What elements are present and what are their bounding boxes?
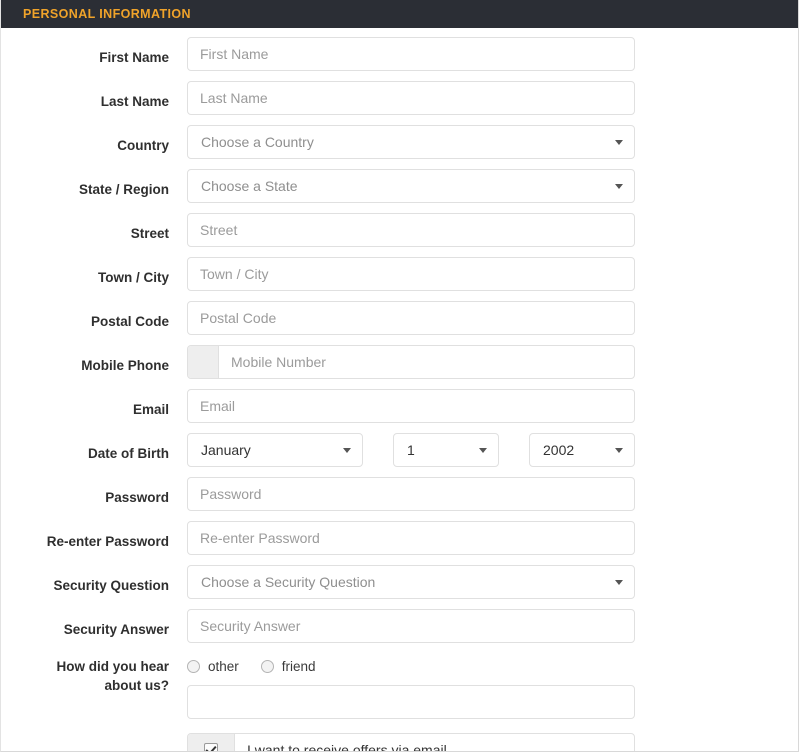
referral-other-input[interactable] (187, 685, 635, 719)
panel-header: PERSONAL INFORMATION (1, 0, 798, 28)
state-select-value: Choose a State (201, 178, 298, 194)
form-row-street: Street (1, 213, 798, 247)
security-question-select[interactable]: Choose a Security Question (187, 565, 635, 599)
control-email (187, 389, 798, 423)
control-date-of-birth: January 1 2002 (187, 433, 798, 467)
referral-option-other[interactable]: other (187, 659, 239, 674)
label-referral: How did you hear about us? (1, 653, 187, 695)
control-last-name (187, 81, 798, 115)
state-select[interactable]: Choose a State (187, 169, 635, 203)
dob-year-select[interactable]: 2002 (529, 433, 635, 467)
offers-checkbox-cell[interactable] (188, 734, 235, 751)
security-answer-input[interactable] (187, 609, 635, 643)
label-last-name: Last Name (100, 94, 169, 109)
dob-year-value: 2002 (543, 442, 575, 458)
city-input[interactable] (187, 257, 635, 291)
security-question-select-value: Choose a Security Question (201, 574, 376, 590)
radio-unchecked-icon[interactable] (260, 659, 274, 673)
control-referral: other friend (187, 653, 798, 719)
form-row-first-name: First Name (1, 37, 798, 71)
dob-day-value: 1 (407, 442, 415, 458)
label-date-of-birth: Date of Birth (88, 446, 169, 461)
personal-information-panel: PERSONAL INFORMATION First Name Last Nam… (0, 0, 799, 752)
label-street: Street (130, 226, 169, 241)
label-country: Country (117, 138, 169, 153)
email-input[interactable] (187, 389, 635, 423)
control-offers: I want to receive offers via email. (187, 733, 798, 752)
control-country: Choose a Country (187, 125, 798, 159)
mobile-phone-group (187, 345, 635, 379)
personal-information-form: First Name Last Name Country Choose a Co… (1, 28, 798, 752)
form-row-password-confirm: Re-enter Password (1, 521, 798, 555)
chevron-down-icon (615, 140, 623, 145)
chevron-down-icon (479, 448, 487, 453)
referral-radio-group: other friend (187, 653, 798, 677)
control-password (187, 477, 798, 511)
form-row-postal-code: Postal Code (1, 301, 798, 335)
chevron-down-icon (615, 184, 623, 189)
label-referral-line1: How did you hear (56, 659, 169, 674)
label-mobile-phone: Mobile Phone (81, 358, 169, 373)
referral-option-other-label: other (208, 658, 239, 674)
control-state: Choose a State (187, 169, 798, 203)
label-security-answer: Security Answer (63, 622, 169, 637)
control-password-confirm (187, 521, 798, 555)
mobile-number-input[interactable] (219, 346, 634, 378)
form-row-mobile-phone: Mobile Phone (1, 345, 798, 379)
form-row-referral: How did you hear about us? other friend (1, 653, 798, 719)
form-row-email: Email (1, 389, 798, 423)
radio-unchecked-icon[interactable] (187, 659, 200, 673)
dob-month-value: January (201, 442, 251, 458)
control-first-name (187, 37, 798, 71)
label-state: State / Region (78, 182, 169, 197)
password-input[interactable] (187, 477, 635, 511)
label-referral-line2: about us? (104, 678, 170, 693)
form-row-password: Password (1, 477, 798, 511)
chevron-down-icon (615, 580, 623, 585)
form-row-country: Country Choose a Country (1, 125, 798, 159)
control-city (187, 257, 798, 291)
control-postal-code (187, 301, 798, 335)
chevron-down-icon (615, 448, 623, 453)
form-row-offers: I want to receive offers via email. (1, 733, 798, 752)
label-password-confirm: Re-enter Password (46, 534, 169, 549)
offers-label: I want to receive offers via email. (247, 742, 451, 752)
form-row-city: Town / City (1, 257, 798, 291)
password-confirm-input[interactable] (187, 521, 635, 555)
checkbox-checked-icon[interactable] (204, 743, 218, 751)
chevron-down-icon (343, 448, 351, 453)
label-security-question: Security Question (53, 578, 169, 593)
country-select-value: Choose a Country (201, 134, 314, 150)
form-row-last-name: Last Name (1, 81, 798, 115)
country-select[interactable]: Choose a Country (187, 125, 635, 159)
control-security-answer (187, 609, 798, 643)
form-row-state: State / Region Choose a State (1, 169, 798, 203)
referral-option-friend-label: friend (281, 658, 316, 674)
label-first-name: First Name (99, 50, 169, 65)
postal-code-input[interactable] (187, 301, 635, 335)
label-postal-code: Postal Code (90, 314, 169, 329)
dob-day-select[interactable]: 1 (393, 433, 499, 467)
label-email: Email (132, 402, 169, 417)
label-city: Town / City (98, 270, 169, 285)
referral-option-friend[interactable]: friend (260, 658, 316, 674)
form-row-security-question: Security Question Choose a Security Ques… (1, 565, 798, 599)
last-name-input[interactable] (187, 81, 635, 115)
control-mobile-phone (187, 345, 798, 379)
control-security-question: Choose a Security Question (187, 565, 798, 599)
label-password: Password (105, 490, 169, 505)
dob-month-select[interactable]: January (187, 433, 363, 467)
offers-group: I want to receive offers via email. (187, 733, 635, 752)
mobile-country-code-prefix[interactable] (188, 346, 219, 378)
panel-title: PERSONAL INFORMATION (23, 7, 191, 21)
control-street (187, 213, 798, 247)
first-name-input[interactable] (187, 37, 635, 71)
label-offers-spacer (1, 733, 187, 744)
street-input[interactable] (187, 213, 635, 247)
form-row-date-of-birth: Date of Birth January 1 2002 (1, 433, 798, 467)
form-row-security-answer: Security Answer (1, 609, 798, 643)
